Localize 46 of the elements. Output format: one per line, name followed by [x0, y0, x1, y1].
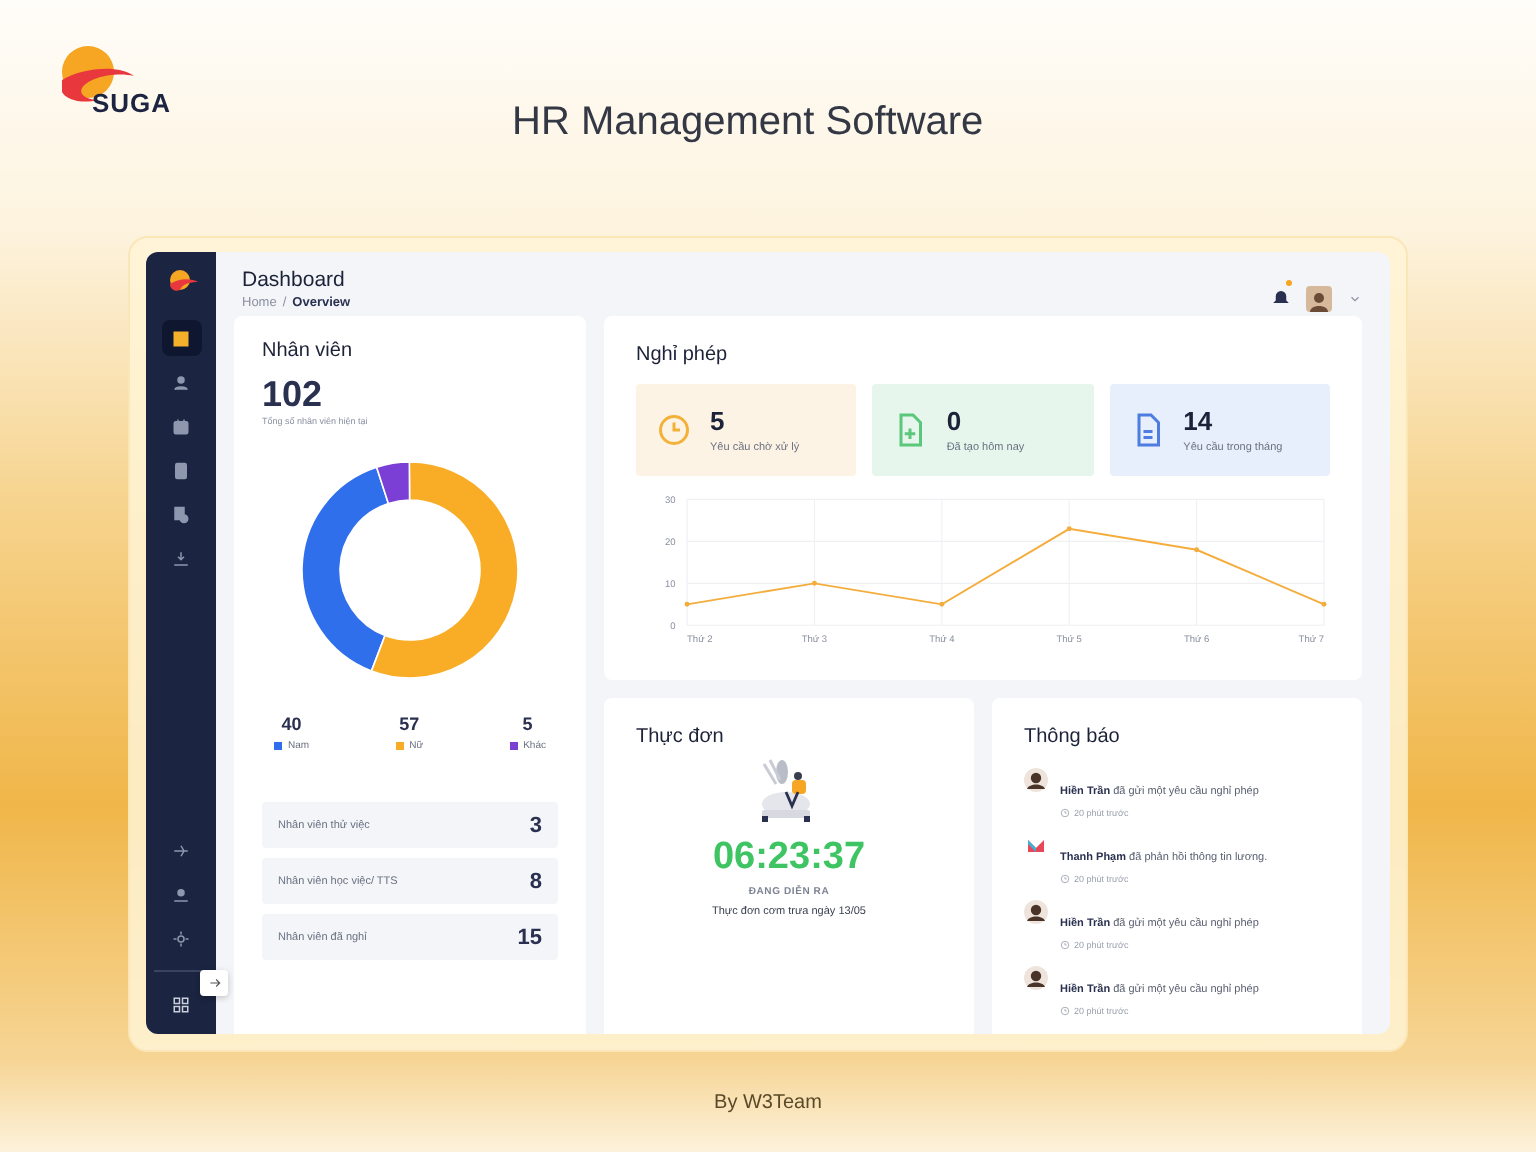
settings-icon	[172, 929, 190, 947]
avatar-silhouette	[1024, 768, 1048, 792]
grid-icon	[172, 995, 190, 1013]
employee-total: 102	[262, 374, 325, 416]
data-point	[684, 601, 690, 607]
m-logo-icon	[1024, 834, 1048, 858]
data-point	[1066, 526, 1072, 532]
clock-icon	[656, 412, 692, 448]
bell-icon	[1272, 288, 1290, 306]
collapse-button[interactable]	[200, 970, 228, 996]
card-title: Thông báo	[1024, 726, 1122, 748]
logo-text: SUGA	[92, 88, 172, 118]
legend-count: 57	[399, 714, 420, 734]
legend-count: 40	[281, 714, 302, 734]
data-point	[1194, 547, 1200, 553]
clock-icon	[1060, 874, 1070, 884]
card-title: Nhân viên	[262, 340, 355, 362]
stat-value: 14	[1183, 406, 1215, 436]
stat-value: 5	[710, 406, 727, 436]
nav-item[interactable]	[161, 320, 201, 356]
card-title: Thực đơn	[636, 726, 726, 748]
document-icon	[172, 461, 190, 479]
arrow-right-icon	[207, 976, 221, 990]
footer-credit: By W3Team	[714, 1092, 822, 1114]
data-point	[939, 601, 945, 607]
avatar-silhouette	[1024, 900, 1048, 924]
countdown-timer: 06:23:37	[712, 836, 866, 880]
avatar-silhouette[interactable]	[1306, 285, 1332, 311]
card-title: Nghỉ phép	[636, 344, 730, 366]
clock-icon	[1060, 940, 1070, 950]
clock-icon	[1060, 1006, 1070, 1016]
avatar-silhouette	[1024, 966, 1048, 990]
row-value: 8	[529, 869, 542, 893]
row-value: 3	[529, 813, 542, 837]
stat-value: 0	[946, 406, 964, 436]
chevron-down-icon	[1348, 291, 1362, 305]
legend-count: 5	[522, 714, 533, 734]
download-icon	[172, 549, 190, 567]
data-point	[1321, 601, 1327, 607]
dashboard-title: Dashboard	[242, 268, 347, 292]
calendar-icon	[172, 417, 190, 435]
page-title: HR Management Software	[512, 100, 984, 146]
row-value: 15	[517, 925, 542, 949]
clock-icon	[1060, 808, 1070, 818]
data-point	[812, 580, 817, 586]
person-icon	[172, 373, 190, 391]
